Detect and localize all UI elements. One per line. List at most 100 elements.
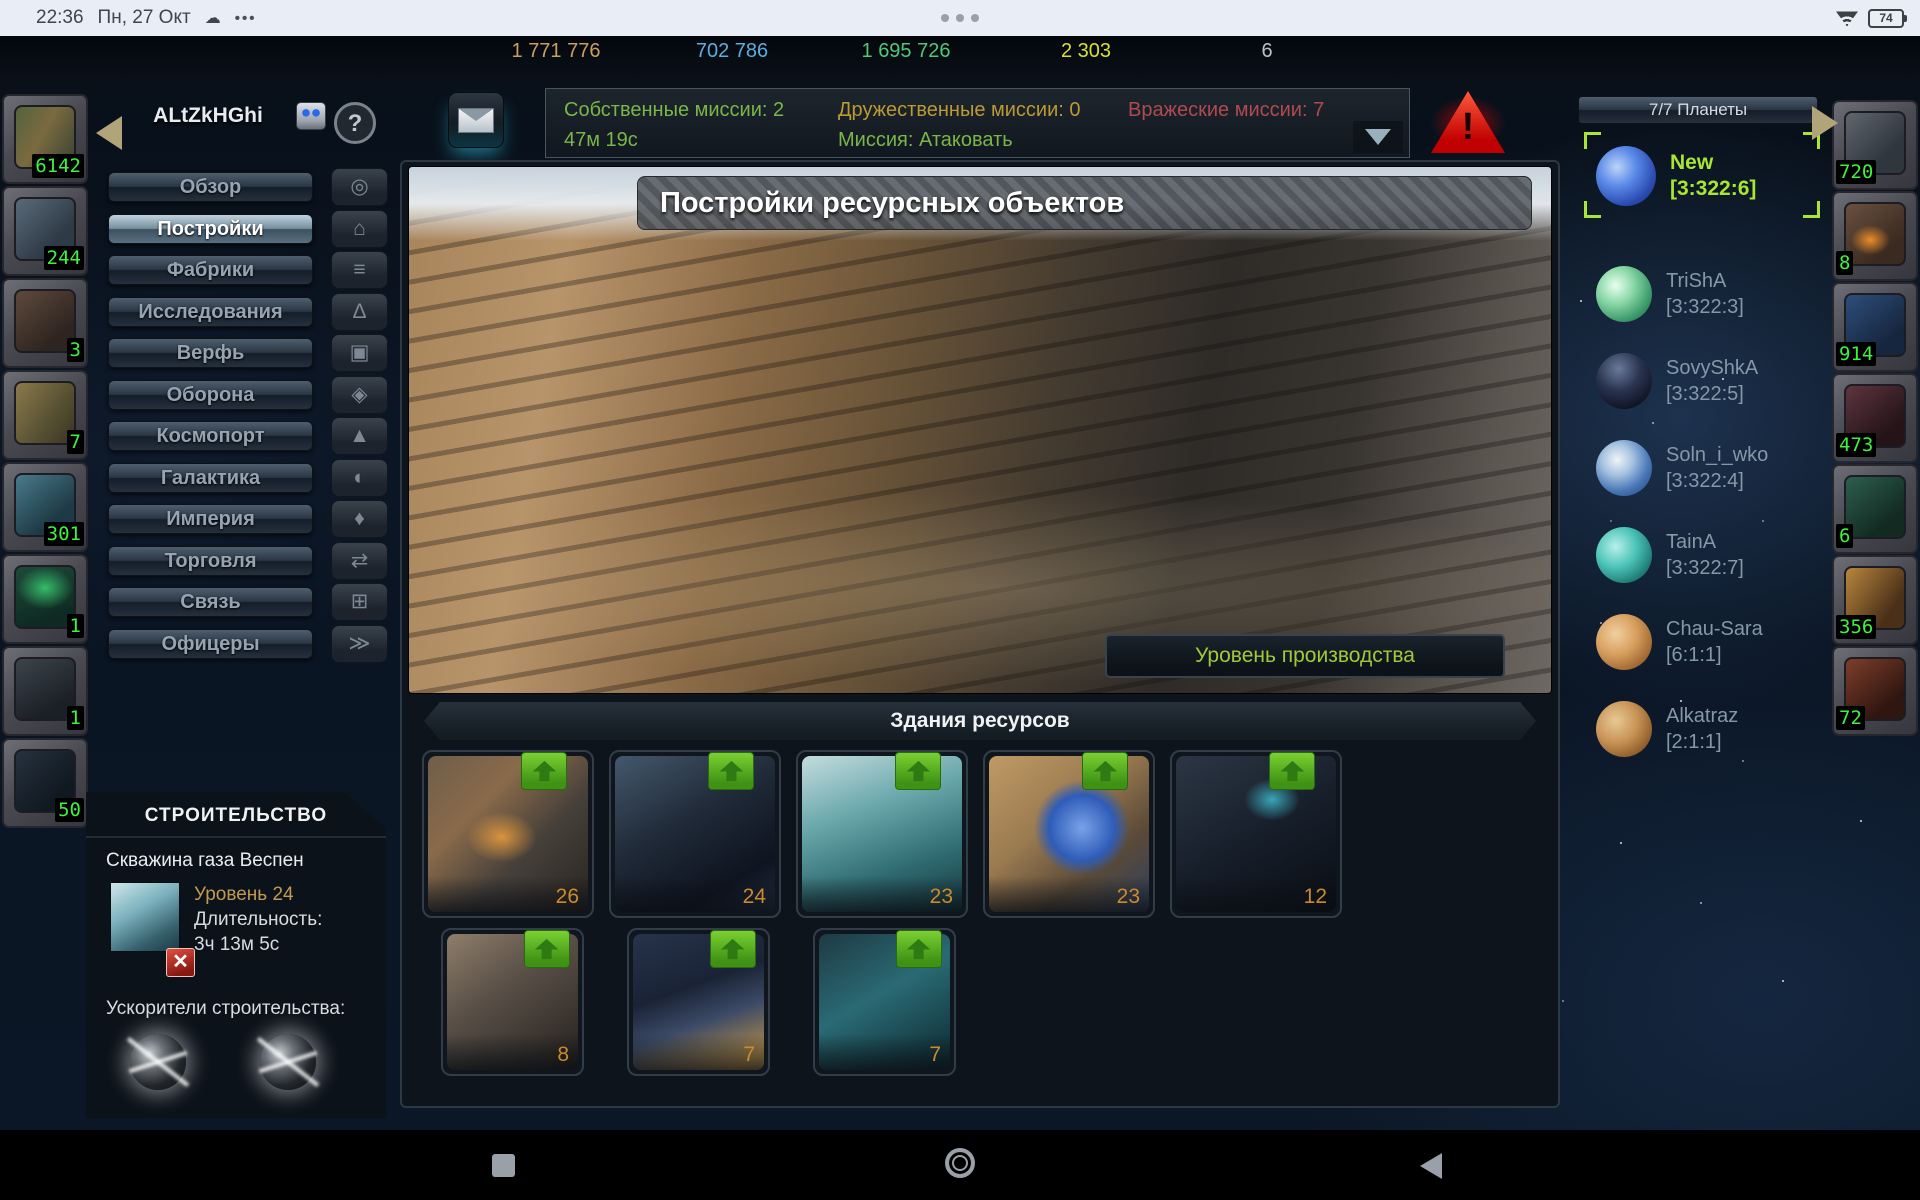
planet-item-taina[interactable]: TainA[3:322:7]: [1596, 523, 1821, 587]
menu-empire[interactable]: Империя: [108, 504, 313, 534]
unit-count: 356: [1836, 615, 1876, 639]
planet-icon: [1596, 266, 1652, 322]
menu-defense[interactable]: Оборона: [108, 380, 313, 410]
battery-icon: 74: [1868, 9, 1904, 28]
menu-officers[interactable]: Офицеры: [108, 629, 313, 659]
wifi-icon: [1836, 10, 1858, 27]
planets-header-button[interactable]: 7/7 Планеты: [1578, 96, 1818, 124]
planet-coords: [3:322:5]: [1666, 381, 1758, 407]
planet-name: TriShA: [1666, 268, 1744, 294]
unit-slot[interactable]: 1: [2, 554, 88, 644]
production-level-button[interactable]: Уровень производства: [1105, 634, 1505, 678]
building-card-storage-2[interactable]: 7: [627, 928, 770, 1076]
officers-icon[interactable]: ≫: [331, 625, 388, 663]
upgrade-arrow-icon[interactable]: [710, 930, 756, 968]
building-level: 23: [930, 885, 953, 909]
buildings-icon[interactable]: ⌂: [331, 210, 388, 248]
defense-icon[interactable]: ◈: [331, 376, 388, 414]
unit-slot[interactable]: 72: [1832, 646, 1918, 736]
planet-item-sovyshka[interactable]: SovyShkA[3:322:5]: [1596, 349, 1821, 413]
upgrade-arrow-icon[interactable]: [708, 752, 754, 790]
shipyard-icon[interactable]: ▣: [331, 334, 388, 372]
unit-slot[interactable]: 914: [1832, 282, 1918, 372]
building-card-storage-3[interactable]: 7: [813, 928, 956, 1076]
building-card-crystal-mine[interactable]: 24: [609, 750, 781, 918]
unit-slot[interactable]: 1: [2, 646, 88, 736]
building-card-storage-1[interactable]: 8: [441, 928, 584, 1076]
unit-slot[interactable]: 720: [1832, 100, 1918, 190]
construction-thumbnail[interactable]: [110, 882, 180, 952]
accelerator-icon[interactable]: [130, 1034, 186, 1090]
unit-slot[interactable]: 244: [2, 186, 88, 276]
planet-item-trisha[interactable]: TriShA[3:322:3]: [1596, 262, 1821, 326]
cancel-construction-icon[interactable]: ✕: [166, 948, 195, 977]
unit-count: 914: [1836, 342, 1876, 366]
upgrade-arrow-icon[interactable]: [1269, 752, 1315, 790]
planet-item-alkatraz[interactable]: Alkatraz[2:1:1]: [1596, 697, 1821, 761]
chevron-down-icon: [1365, 129, 1391, 145]
unit-count: 1: [67, 614, 84, 638]
unit-slot[interactable]: 3: [2, 278, 88, 368]
research-icon[interactable]: ∆: [331, 293, 388, 331]
factories-icon[interactable]: ≡: [331, 251, 388, 289]
collapse-right-icon[interactable]: [1812, 106, 1838, 140]
section-header: Здания ресурсов: [424, 702, 1536, 740]
attack-warning[interactable]: !: [1418, 88, 1518, 156]
construction-panel: СТРОИТЕЛЬСТВО Скважина газа Веспен Урове…: [86, 792, 386, 1118]
menu-shipyard[interactable]: Верфь: [108, 338, 313, 368]
back-triangle-icon[interactable]: [1420, 1153, 1442, 1179]
unit-count: 244: [44, 246, 84, 270]
unit-slot[interactable]: 8: [1832, 191, 1918, 281]
menu-galaxy[interactable]: Галактика: [108, 463, 313, 493]
building-level: 26: [556, 885, 579, 909]
player-name[interactable]: ALtZkHGhi: [118, 104, 298, 128]
recents-square-icon[interactable]: [492, 1154, 515, 1177]
home-circle-icon[interactable]: [945, 1148, 975, 1178]
android-status-bar: 22:36 Пн, 27 Окт ☁ ••• 74: [0, 0, 1920, 36]
planet-item-new[interactable]: New[3:322:6]: [1596, 144, 1821, 208]
missions-panel[interactable]: Собственные миссии: 2 Дружественные мисс…: [545, 88, 1410, 158]
menu-trade[interactable]: Торговля: [108, 546, 313, 576]
building-card-metal-mine[interactable]: 26: [422, 750, 594, 918]
empire-icon[interactable]: ♦: [331, 500, 388, 538]
building-card-gas-well[interactable]: 23: [796, 750, 968, 918]
help-button[interactable]: ?: [334, 102, 376, 144]
upgrade-arrow-icon[interactable]: [524, 930, 570, 968]
envelope-icon: [458, 108, 494, 133]
unit-slot[interactable]: 473: [1832, 373, 1918, 463]
missions-expand-button[interactable]: [1353, 121, 1403, 153]
overview-icon[interactable]: ◎: [331, 168, 388, 206]
building-card-power-plant[interactable]: 12: [1170, 750, 1342, 918]
accelerator-icon[interactable]: [260, 1034, 316, 1090]
menu-overview[interactable]: Обзор: [108, 172, 313, 202]
upgrade-arrow-icon[interactable]: [895, 752, 941, 790]
collapse-left-icon[interactable]: [96, 116, 122, 150]
unit-thumb: [1844, 475, 1906, 539]
spaceport-icon[interactable]: ▲: [331, 417, 388, 455]
upgrade-arrow-icon[interactable]: [896, 930, 942, 968]
menu-spaceport[interactable]: Космопорт: [108, 421, 313, 451]
menu-buildings[interactable]: Постройки: [108, 214, 313, 244]
mail-button[interactable]: [448, 92, 504, 148]
menu-factories[interactable]: Фабрики: [108, 255, 313, 285]
galaxy-icon[interactable]: ◐: [331, 459, 388, 497]
unit-slot[interactable]: 356: [1832, 555, 1918, 645]
upgrade-arrow-icon[interactable]: [521, 752, 567, 790]
unit-slot[interactable]: 6142: [2, 94, 88, 184]
unit-slot[interactable]: 7: [2, 370, 88, 460]
unit-slot[interactable]: 301: [2, 462, 88, 552]
building-card-observatory[interactable]: 23: [983, 750, 1155, 918]
mission-timer: 47м 19с: [564, 129, 638, 152]
planet-item-chausara[interactable]: Chau-Sara[6:1:1]: [1596, 610, 1821, 674]
planet-item-soln[interactable]: Soln_i_wko[3:322:4]: [1596, 436, 1821, 500]
weather-cloud-icon: ☁: [205, 8, 221, 28]
construction-header: СТРОИТЕЛЬСТВО: [86, 805, 386, 827]
menu-comms[interactable]: Связь: [108, 587, 313, 617]
upgrade-arrow-icon[interactable]: [1082, 752, 1128, 790]
trade-icon[interactable]: ⇄: [331, 542, 388, 580]
planet-icon: [1596, 701, 1652, 757]
unit-slot[interactable]: 6: [1832, 464, 1918, 554]
unit-slot[interactable]: 50: [2, 738, 88, 828]
comms-icon[interactable]: ⊞: [331, 583, 388, 621]
menu-research[interactable]: Исследования: [108, 297, 313, 327]
